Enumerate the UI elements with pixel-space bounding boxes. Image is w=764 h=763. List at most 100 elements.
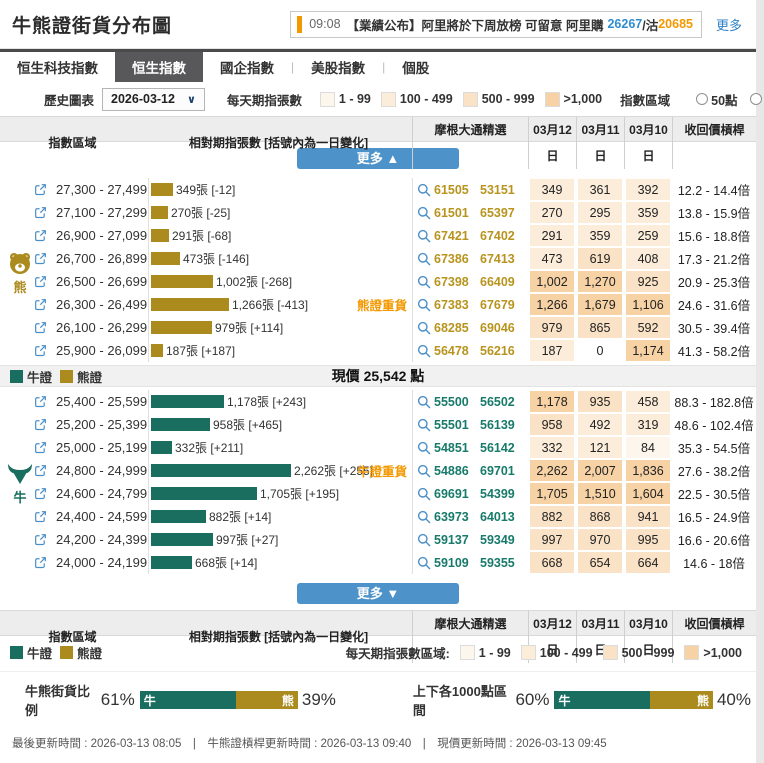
external-link-icon[interactable] bbox=[34, 441, 56, 454]
index-range: 27,300 - 27,499 bbox=[56, 182, 148, 197]
search-icon[interactable] bbox=[412, 551, 434, 574]
contracts-label: 291張 [-68] bbox=[172, 229, 232, 243]
tab-個股[interactable]: 個股 bbox=[385, 52, 446, 82]
warrant-code[interactable]: 56216 bbox=[480, 344, 528, 358]
news-ticker[interactable]: 09:08 【業績公布】阿里將於下周放榜 可留意 阿里購 26267 /沽 20… bbox=[290, 10, 702, 38]
warrant-code[interactable]: 61505 bbox=[434, 183, 480, 197]
warrant-code[interactable]: 55501 bbox=[434, 418, 480, 432]
external-link-icon[interactable] bbox=[34, 298, 56, 311]
contracts-bar bbox=[151, 183, 173, 196]
external-link-icon[interactable] bbox=[34, 183, 56, 196]
index-range: 26,500 - 26,699 bbox=[56, 274, 148, 289]
external-link-icon[interactable] bbox=[34, 533, 56, 546]
radio-50點[interactable] bbox=[696, 93, 709, 105]
warrant-code[interactable]: 54399 bbox=[480, 487, 528, 501]
contracts-bar-cell: 882張 [+14] bbox=[148, 505, 412, 528]
warrant-code[interactable]: 69701 bbox=[480, 464, 528, 478]
search-icon[interactable] bbox=[412, 201, 434, 224]
bull-row: 24,400 - 24,599 882張 [+14] 63973 64013 882 86… bbox=[0, 505, 756, 528]
tab-美股指數[interactable]: 美股指數 bbox=[294, 52, 382, 82]
external-link-icon[interactable] bbox=[34, 556, 56, 569]
warrant-code[interactable]: 53151 bbox=[480, 183, 528, 197]
warrant-code[interactable]: 56139 bbox=[480, 418, 528, 432]
warrant-code[interactable]: 54851 bbox=[434, 441, 480, 455]
search-icon[interactable] bbox=[412, 270, 434, 293]
search-icon[interactable] bbox=[412, 459, 434, 482]
contracts-scale-label: 每天期指張數 bbox=[226, 93, 302, 108]
tab-恒生科技指數[interactable]: 恒生科技指數 bbox=[0, 52, 115, 82]
history-date-dropdown[interactable]: 2026-03-12 ∨ bbox=[102, 87, 205, 111]
warrant-code[interactable]: 65397 bbox=[480, 206, 528, 220]
warrant-code[interactable]: 67398 bbox=[434, 275, 480, 289]
external-link-icon[interactable] bbox=[34, 229, 56, 242]
search-icon[interactable] bbox=[412, 224, 434, 247]
external-link-icon[interactable] bbox=[34, 275, 56, 288]
ratio-bar-bear: 熊 bbox=[649, 691, 713, 709]
warrant-code[interactable]: 59349 bbox=[480, 533, 528, 547]
search-icon[interactable] bbox=[412, 390, 434, 413]
search-icon[interactable] bbox=[412, 247, 434, 270]
warrant-code[interactable]: 55500 bbox=[434, 395, 480, 409]
contracts-label: 1,266張 [-413] bbox=[232, 298, 309, 312]
external-link-icon[interactable] bbox=[34, 464, 56, 477]
callback-leverage: 13.8 - 15.9倍 bbox=[677, 207, 751, 221]
level-swatch-label: >1,000 bbox=[563, 92, 603, 106]
callback-leverage: 88.3 - 182.8倍 bbox=[674, 396, 754, 410]
warrant-code[interactable]: 67421 bbox=[434, 229, 480, 243]
warrant-code[interactable]: 63973 bbox=[434, 510, 480, 524]
warrant-code[interactable]: 59109 bbox=[434, 556, 480, 570]
bull-legend-swatch bbox=[10, 369, 23, 383]
news-more-link[interactable]: 更多 bbox=[716, 15, 742, 34]
tab-恒生指數[interactable]: 恒生指數 bbox=[115, 52, 203, 82]
date-value-cell: 1,836 bbox=[626, 460, 670, 481]
search-icon[interactable] bbox=[412, 178, 434, 201]
warrant-code[interactable]: 67402 bbox=[480, 229, 528, 243]
warrant-code[interactable]: 66409 bbox=[480, 275, 528, 289]
warrant-code[interactable]: 67679 bbox=[480, 298, 528, 312]
index-range: 26,300 - 26,499 bbox=[56, 297, 148, 312]
contracts-bar bbox=[151, 510, 206, 523]
external-link-icon[interactable] bbox=[34, 487, 56, 500]
tab-國企指數[interactable]: 國企指數 bbox=[203, 52, 291, 82]
warrant-code[interactable]: 56502 bbox=[480, 395, 528, 409]
search-icon[interactable] bbox=[412, 436, 434, 459]
warrant-code[interactable]: 67386 bbox=[434, 252, 480, 266]
radio-100點[interactable] bbox=[749, 93, 762, 105]
contracts-bar bbox=[151, 344, 163, 357]
external-link-icon[interactable] bbox=[34, 395, 56, 408]
news-call-code[interactable]: 26267 bbox=[607, 17, 642, 31]
warrant-code[interactable]: 69691 bbox=[434, 487, 480, 501]
search-icon[interactable] bbox=[412, 339, 434, 362]
more-down-button[interactable]: 更多 ▼ bbox=[297, 583, 459, 604]
contracts-bar bbox=[151, 275, 213, 288]
external-link-icon[interactable] bbox=[34, 510, 56, 523]
warrant-code[interactable]: 54886 bbox=[434, 464, 480, 478]
search-icon[interactable] bbox=[412, 316, 434, 339]
search-icon[interactable] bbox=[412, 413, 434, 436]
warrant-code[interactable]: 56478 bbox=[434, 344, 480, 358]
external-link-icon[interactable] bbox=[34, 252, 56, 265]
history-chart-label: 歷史圖表 bbox=[44, 93, 95, 108]
date-value-cell: 2,007 bbox=[578, 460, 622, 481]
news-put-code[interactable]: 20685 bbox=[658, 17, 693, 31]
warrant-code[interactable]: 68285 bbox=[434, 321, 480, 335]
external-link-icon[interactable] bbox=[34, 344, 56, 357]
external-link-icon[interactable] bbox=[34, 418, 56, 431]
warrant-code[interactable]: 56142 bbox=[480, 441, 528, 455]
search-icon[interactable] bbox=[412, 505, 434, 528]
warrant-code[interactable]: 67413 bbox=[480, 252, 528, 266]
search-icon[interactable] bbox=[412, 528, 434, 551]
warrant-code[interactable]: 64013 bbox=[480, 510, 528, 524]
warrant-code[interactable]: 69046 bbox=[480, 321, 528, 335]
news-time: 09:08 bbox=[309, 17, 341, 31]
index-range: 25,000 - 25,199 bbox=[56, 440, 148, 455]
external-link-icon[interactable] bbox=[34, 321, 56, 334]
warrant-code[interactable]: 59137 bbox=[434, 533, 480, 547]
search-icon[interactable] bbox=[412, 293, 434, 316]
date-value-cell: 654 bbox=[578, 552, 622, 573]
search-icon[interactable] bbox=[412, 482, 434, 505]
external-link-icon[interactable] bbox=[34, 206, 56, 219]
warrant-code[interactable]: 61501 bbox=[434, 206, 480, 220]
warrant-code[interactable]: 67383 bbox=[434, 298, 480, 312]
warrant-code[interactable]: 59355 bbox=[480, 556, 528, 570]
